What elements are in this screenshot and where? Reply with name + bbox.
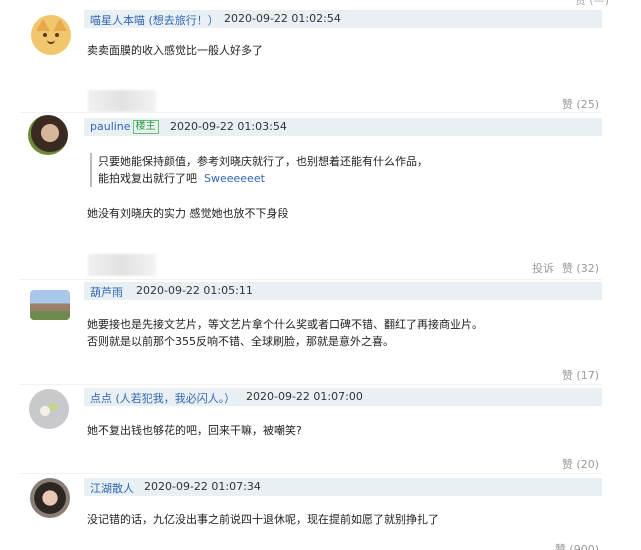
like-button[interactable]: 赞 (25) — [562, 96, 599, 112]
quote-line: 只要她能保持颜值，参考刘晓庆就行了，也别想着还能有什么作品， — [98, 155, 428, 168]
comment-timestamp: 2020-09-22 01:05:11 — [136, 284, 253, 297]
quote-author-link[interactable]: Sweeeeeet — [204, 172, 265, 185]
quoted-comment: 只要她能保持颜值，参考刘晓庆就行了，也别想着还能有什么作品， 能拍戏复出就行了吧… — [90, 153, 428, 187]
avatar[interactable] — [29, 389, 69, 429]
comment-timestamp: 2020-09-22 01:07:00 — [246, 390, 363, 403]
like-button[interactable]: 赞 (20) — [562, 456, 599, 472]
cat-eye-icon — [55, 33, 59, 37]
comment-header: 葫芦雨 2020-09-22 01:05:11 — [84, 282, 602, 300]
cat-mouth-icon — [47, 40, 55, 44]
comment-timestamp: 2020-09-22 01:02:54 — [224, 12, 341, 25]
comment-timestamp: 2020-09-22 01:07:34 — [144, 480, 261, 493]
comment-line: 她要接也是先接文艺片，等文艺片拿个什么奖或者口碑不错、翻红了再接商业片。 — [87, 318, 483, 331]
cat-ear-icon — [36, 19, 50, 31]
username-link[interactable]: pauline 楼主 — [90, 120, 159, 134]
comment-header: 点点 (人若犯我，我必闪人。） 2020-09-22 01:07:00 — [84, 388, 602, 406]
avatar[interactable] — [30, 290, 70, 320]
username-link[interactable]: 江湖散人 — [90, 480, 134, 496]
divider — [20, 112, 602, 113]
username-text[interactable]: pauline — [90, 120, 131, 133]
cat-ear-icon — [53, 19, 67, 31]
username-link[interactable]: 喵星人本喵 (想去旅行！） — [90, 12, 219, 28]
op-badge: 楼主 — [132, 120, 159, 134]
comment-timestamp: 2020-09-22 01:03:54 — [170, 120, 287, 133]
comment-header: 喵星人本喵 (想去旅行！） 2020-09-22 01:02:54 — [84, 10, 602, 28]
comment-header: pauline 楼主 2020-09-22 01:03:54 — [84, 118, 602, 136]
blurred-reply-area — [88, 254, 156, 276]
comment-line: 否则就是以前那个355反响不错、全球刷脸，那就是意外之喜。 — [87, 335, 394, 348]
comment-text: 卖卖面膜的收入感觉比一般人好多了 — [87, 44, 263, 57]
comment-text: 没记错的话，九亿没出事之前说四十退休呢，现在提前如愿了就别挣扎了 — [87, 513, 439, 526]
divider — [20, 473, 602, 474]
blurred-reply-area — [88, 90, 156, 112]
avatar[interactable] — [31, 15, 71, 55]
like-button[interactable]: 赞 (17) — [562, 367, 599, 383]
quote-line: 能拍戏复出就行了吧 — [98, 172, 197, 185]
comment-text: 她没有刘晓庆的实力 感觉她也放不下身段 — [87, 207, 289, 220]
cat-eye-icon — [43, 33, 47, 37]
comment-text: 她不复出钱也够花的吧，回来干嘛，被嘲笑? — [87, 424, 302, 437]
quote-line-with-author: 能拍戏复出就行了吧 Sweeeeeet — [98, 170, 428, 187]
like-count-partial[interactable]: 赞 (—) — [575, 0, 609, 8]
comment-header: 江湖散人 2020-09-22 01:07:34 — [84, 478, 602, 496]
username-link[interactable]: 点点 (人若犯我，我必闪人。） — [90, 390, 235, 406]
like-button[interactable]: 赞 (32) — [562, 260, 599, 276]
avatar[interactable] — [30, 478, 70, 518]
like-button[interactable]: 赞 (900) — [555, 541, 599, 550]
comment-text: 她要接也是先接文艺片，等文艺片拿个什么奖或者口碑不错、翻红了再接商业片。 否则就… — [87, 316, 483, 350]
avatar[interactable] — [28, 115, 68, 155]
divider — [20, 384, 602, 385]
divider — [20, 279, 602, 280]
username-link[interactable]: 葫芦雨 — [90, 284, 123, 300]
report-button[interactable]: 投诉 — [532, 260, 554, 276]
